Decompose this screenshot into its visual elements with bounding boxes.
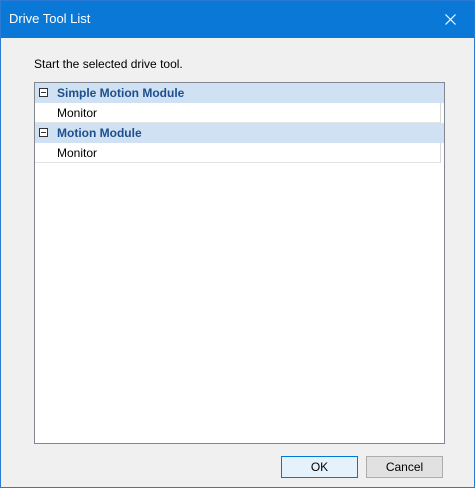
drive-tool-list-dialog: Drive Tool List Start the selected drive…	[0, 0, 475, 488]
column-divider	[440, 143, 441, 163]
group-row-simple-motion-module[interactable]: Simple Motion Module	[35, 83, 444, 103]
ok-button[interactable]: OK	[281, 456, 358, 478]
list-item-label: Monitor	[57, 146, 98, 160]
group-row-motion-module[interactable]: Motion Module	[35, 123, 444, 143]
list-item-monitor-motion[interactable]: Monitor	[35, 143, 444, 163]
list-item-label: Monitor	[57, 106, 98, 120]
collapse-icon[interactable]	[39, 88, 48, 97]
close-button[interactable]	[428, 1, 474, 38]
close-icon	[445, 14, 456, 25]
instruction-text: Start the selected drive tool.	[34, 57, 183, 71]
collapse-icon[interactable]	[39, 128, 48, 137]
group-label: Simple Motion Module	[57, 86, 185, 100]
column-divider	[440, 103, 441, 123]
drive-tool-tree-list[interactable]: Simple Motion Module Monitor Motion Modu…	[34, 82, 445, 444]
window-title: Drive Tool List	[9, 11, 91, 26]
cancel-button[interactable]: Cancel	[366, 456, 443, 478]
list-item-monitor-simple-motion[interactable]: Monitor	[35, 103, 444, 123]
group-label: Motion Module	[57, 126, 142, 140]
title-bar[interactable]: Drive Tool List	[1, 1, 474, 38]
